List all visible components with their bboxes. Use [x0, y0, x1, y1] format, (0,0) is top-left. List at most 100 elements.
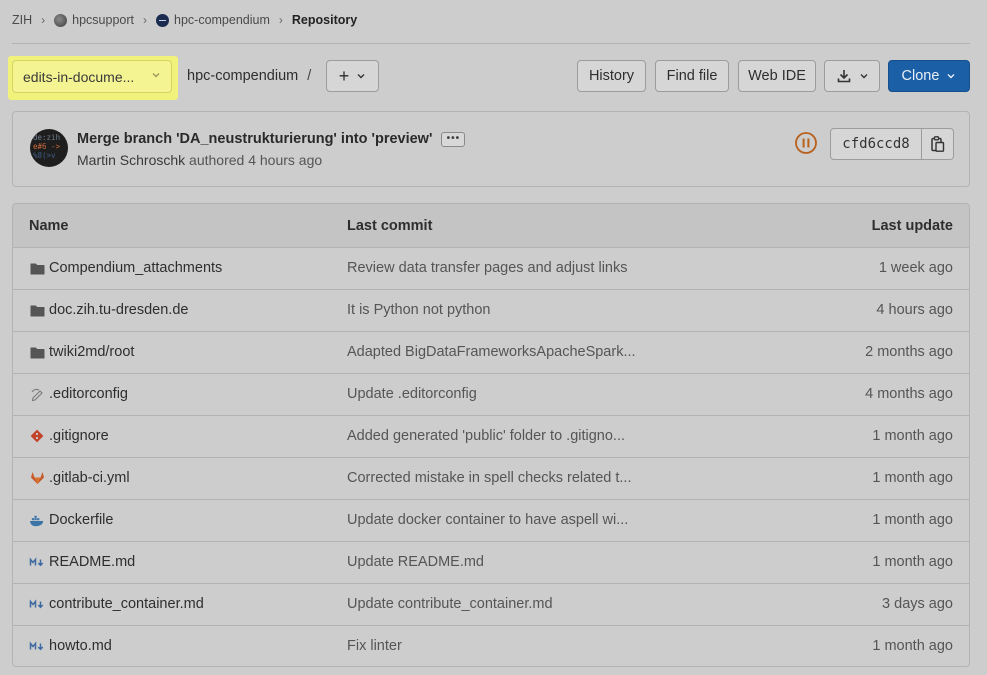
docker-icon: [29, 512, 45, 528]
download-icon: [837, 70, 850, 83]
table-row: howto.md Fix linter 1 month ago: [13, 626, 969, 666]
file-name-link[interactable]: Dockerfile: [29, 512, 113, 528]
table-row: .editorconfig Update .editorconfig 4 month…: [13, 374, 969, 416]
git-icon: [29, 428, 45, 444]
last-commit-link[interactable]: Update README.md: [347, 554, 484, 570]
repo-path: hpc-compendium /: [187, 68, 311, 84]
avatar[interactable]: de:zih e#6 -> %8(>v: [30, 129, 68, 167]
column-header-last-commit: Last commit: [347, 218, 433, 234]
folder-icon: [29, 302, 45, 318]
last-commit-link[interactable]: Fix linter: [347, 638, 402, 654]
last-commit-link[interactable]: It is Python not python: [347, 302, 490, 318]
branch-selector[interactable]: edits-in-docume...: [12, 60, 172, 93]
table-body: Compendium_attachments Review data transf…: [13, 248, 969, 666]
table-row: Compendium_attachments Review data transf…: [13, 248, 969, 290]
clone-label: Clone: [901, 68, 940, 84]
last-update-time: 1 week ago: [878, 260, 953, 276]
last-update-time: 1 month ago: [872, 470, 953, 486]
table-row: .gitignore Added generated 'public' folde…: [13, 416, 969, 458]
file-name: .editorconfig: [49, 386, 128, 402]
file-tree-table: Name Last commit Last update Compendium_…: [12, 203, 970, 667]
last-commit-link[interactable]: Update contribute_container.md: [347, 596, 553, 612]
chevron-down-icon: [860, 74, 867, 79]
branch-name: edits-in-docume...: [23, 68, 135, 85]
last-commit-link[interactable]: Review data transfer pages and adjust li…: [347, 260, 628, 276]
last-commit-link[interactable]: Update .editorconfig: [347, 386, 477, 402]
file-name-link[interactable]: Compendium_attachments: [29, 260, 222, 276]
plus-icon: +: [338, 66, 350, 86]
commit-sha-group: cfd6ccd8: [830, 128, 954, 160]
table-row: README.md Update README.md 1 month ago: [13, 542, 969, 584]
commit-time: 4 hours ago: [248, 152, 323, 168]
breadcrumb-zih[interactable]: ZIH: [12, 13, 32, 27]
breadcrumb-repository[interactable]: Repository: [292, 13, 357, 27]
add-file-dropdown[interactable]: +: [326, 60, 379, 92]
header-divider: [12, 43, 970, 44]
file-name: doc.zih.tu-dresden.de: [49, 302, 189, 318]
pipeline-paused-icon[interactable]: [794, 131, 818, 155]
repo-root-link[interactable]: hpc-compendium: [187, 68, 298, 84]
chevron-right-icon: ›: [41, 13, 46, 27]
markdown-icon: [29, 596, 45, 612]
file-name: Dockerfile: [49, 512, 114, 528]
file-name: twiki2md/root: [49, 344, 135, 360]
last-commit-link[interactable]: Corrected mistake in spell checks relate…: [347, 470, 631, 486]
file-name: README.md: [49, 554, 136, 570]
file-name: .gitignore: [49, 428, 109, 444]
breadcrumb: ZIH › hpcsupport › hpc-compendium › Repo…: [12, 11, 357, 29]
file-name-link[interactable]: contribute_container.md: [29, 596, 204, 612]
chevron-right-icon: ›: [143, 13, 147, 27]
file-name-link[interactable]: twiki2md/root: [29, 344, 134, 360]
commit-author-link[interactable]: Martin Schroschk: [77, 152, 185, 168]
commit-title: Merge branch 'DA_neustrukturierung' into…: [77, 131, 466, 147]
column-header-name: Name: [29, 218, 69, 234]
last-commit-panel: de:zih e#6 -> %8(>v Merge branch 'DA_neu…: [12, 111, 970, 187]
file-name: .gitlab-ci.yml: [49, 470, 130, 486]
last-commit-link[interactable]: Adapted BigDataFrameworksApacheSpark...: [347, 344, 636, 360]
last-update-time: 1 month ago: [872, 512, 953, 528]
file-name-link[interactable]: .gitignore: [29, 428, 109, 444]
file-name-link[interactable]: howto.md: [29, 638, 112, 654]
editorconfig-icon: [29, 386, 45, 402]
commit-sha[interactable]: cfd6ccd8: [830, 128, 922, 160]
copy-sha-button[interactable]: [922, 128, 954, 160]
last-update-time: 3 days ago: [882, 596, 953, 612]
commit-meta: Martin Schroschk authored 4 hours ago: [77, 152, 322, 168]
find-file-button[interactable]: Find file: [655, 60, 729, 92]
file-name-link[interactable]: .gitlab-ci.yml: [29, 470, 130, 486]
table-row: Dockerfile Update docker container to hav…: [13, 500, 969, 542]
file-name-link[interactable]: doc.zih.tu-dresden.de: [29, 302, 188, 318]
project-avatar-icon: [156, 13, 169, 27]
chevron-down-icon: [357, 74, 365, 79]
chevron-down-icon: [152, 73, 160, 78]
file-name-link[interactable]: README.md: [29, 554, 135, 570]
last-update-time: 2 months ago: [865, 344, 953, 360]
column-header-last-update: Last update: [871, 218, 953, 234]
table-row: contribute_container.md Update contribute…: [13, 584, 969, 626]
breadcrumb-hpc-compendium[interactable]: hpc-compendium: [156, 13, 270, 27]
last-update-time: 1 month ago: [872, 554, 953, 570]
path-separator: /: [307, 68, 312, 84]
web-ide-button[interactable]: Web IDE: [738, 60, 816, 92]
table-row: doc.zih.tu-dresden.de It is Python not py…: [13, 290, 969, 332]
folder-icon: [29, 260, 45, 276]
markdown-icon: [29, 554, 45, 570]
folder-icon: [29, 344, 45, 360]
last-commit-link[interactable]: Update docker container to have aspell w…: [347, 512, 628, 528]
last-commit-link[interactable]: Added generated 'public' folder to .giti…: [347, 428, 625, 444]
history-button[interactable]: History: [577, 60, 646, 92]
commit-title-link[interactable]: Merge branch 'DA_neustrukturierung' into…: [77, 131, 432, 147]
clone-button[interactable]: Clone: [888, 60, 970, 92]
last-update-time: 4 months ago: [865, 386, 953, 402]
commit-description-toggle[interactable]: •••: [441, 131, 466, 147]
gitlab-icon: [29, 470, 45, 486]
breadcrumb-hpcsupport[interactable]: hpcsupport: [54, 13, 134, 27]
commit-action: authored: [189, 152, 245, 168]
table-row: .gitlab-ci.yml Corrected mistake in spell…: [13, 458, 969, 500]
last-update-time: 1 month ago: [872, 428, 953, 444]
file-name: contribute_container.md: [49, 596, 204, 612]
file-name-link[interactable]: .editorconfig: [29, 386, 128, 402]
file-name: Compendium_attachments: [49, 260, 223, 276]
markdown-icon: [29, 638, 45, 654]
download-dropdown[interactable]: [824, 60, 880, 92]
